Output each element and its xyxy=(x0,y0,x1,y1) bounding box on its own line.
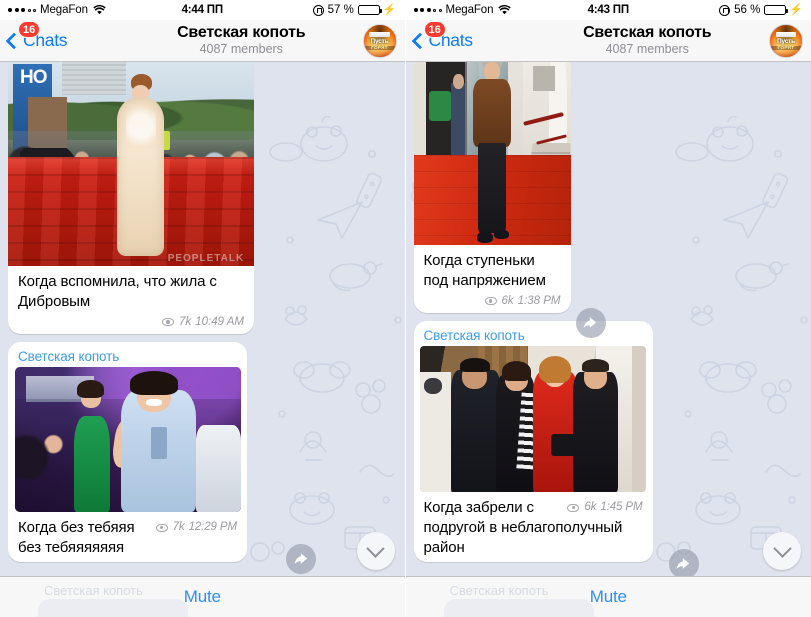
avatar-top-graphic xyxy=(369,31,390,38)
battery-percent-label: 57 % xyxy=(327,4,354,16)
channel-name-label[interactable]: Светская копоть xyxy=(414,321,653,346)
message-list-left: НО PEOPLETALK Когда вспомнила, что жила … xyxy=(0,62,405,576)
chevron-down-icon xyxy=(772,538,792,558)
avatar-text-secondary: ГОРЯТ xyxy=(363,45,396,51)
message-meta: 6k 1:38 PM xyxy=(414,295,571,313)
eye-icon xyxy=(567,503,580,512)
message-meta: 7k 12:29 PM xyxy=(155,520,238,535)
rotation-lock-icon xyxy=(312,4,324,16)
view-count: 6k xyxy=(584,501,597,514)
message-time: 1:38 PM xyxy=(517,295,561,308)
scroll-to-bottom-button[interactable] xyxy=(763,532,801,570)
battery-percent-label: 56 % xyxy=(734,4,761,16)
page-title: Светская копоть xyxy=(177,23,306,41)
view-count: 7k xyxy=(179,316,192,329)
lightning-bolt-icon: ⚡ xyxy=(789,3,803,16)
message-list-right: Когда ступеньки под напряжением 6k 1:38 … xyxy=(406,62,811,576)
battery-icon xyxy=(357,4,382,16)
bottom-action-bar-left[interactable]: Светская копоть Mute xyxy=(0,576,405,617)
message-caption: Когда ступеньки под напряжением xyxy=(423,252,546,290)
photo-party-crowd[interactable] xyxy=(15,367,241,513)
clock-label: 4:43 ПП xyxy=(587,4,630,16)
eye-icon xyxy=(155,523,168,532)
message-caption: 7k 12:29 PM Когда без тебяяя без тебяяяя… xyxy=(8,512,247,562)
rotation-lock-icon xyxy=(719,4,731,16)
message-meta: 7k 10:49 AM xyxy=(8,316,254,334)
wifi-icon xyxy=(93,5,106,15)
avatar-top-graphic xyxy=(775,31,797,38)
status-bar-left: MegaFon 4:44 ПП 57 % ⚡ xyxy=(0,0,405,20)
nav-bar-left: Chats 16 Светская копоть 4087 members Пу… xyxy=(0,20,405,62)
photo-watermark: PEOPLETALK xyxy=(167,253,245,265)
ghost-bubble xyxy=(443,599,594,617)
unread-badge: 16 xyxy=(423,21,446,38)
view-count: 6k xyxy=(501,295,514,308)
forward-button[interactable] xyxy=(286,544,316,574)
view-count: 7k xyxy=(172,521,185,534)
mute-button[interactable]: Mute xyxy=(590,587,627,607)
forward-arrow-icon xyxy=(583,316,597,328)
forward-arrow-icon xyxy=(676,557,690,569)
back-to-chats-button[interactable]: Chats 16 xyxy=(5,21,120,51)
message-time: 12:29 PM xyxy=(188,521,238,534)
carrier-label: MegaFon xyxy=(40,4,88,16)
chevron-down-icon xyxy=(366,538,385,558)
avatar-text-secondary: ГОРЯТ xyxy=(770,45,802,51)
status-bar-left-group: MegaFon xyxy=(413,4,554,16)
carrier-label: MegaFon xyxy=(445,4,494,16)
member-count: 4087 members xyxy=(199,42,283,57)
chat-scroll-area-right[interactable]: Когда ступеньки под напряжением 6k 1:38 … xyxy=(405,62,811,576)
status-bar-right-group: 56 % ⚡ xyxy=(663,4,803,16)
phone-screen-right: MegaFon 4:43 ПП 56 % ⚡ Chats 16 Светская… xyxy=(405,0,811,617)
bottom-action-bar-right[interactable]: Светская копоть Mute xyxy=(405,576,811,617)
channel-avatar[interactable]: Пусть ГОРЯТ xyxy=(362,23,397,58)
forward-arrow-icon xyxy=(294,552,307,564)
photo-red-carpet-woman[interactable]: НО PEOPLETALK xyxy=(8,62,254,267)
message-time: 1:45 PM xyxy=(600,501,643,514)
status-bar-left-group: MegaFon xyxy=(8,4,148,16)
message-bubble[interactable]: Светская копоть 6k 1:45 PM Когда забрели… xyxy=(413,321,653,562)
chat-title-block[interactable]: Светская копоть 4087 members xyxy=(526,23,770,57)
mute-button[interactable]: Mute xyxy=(184,587,221,607)
forward-button[interactable] xyxy=(668,549,699,576)
back-to-chats-button[interactable]: Chats 16 xyxy=(411,21,526,51)
photo-four-people[interactable] xyxy=(419,346,646,493)
ghost-bubble xyxy=(38,599,188,617)
message-meta: 6k 1:45 PM xyxy=(567,500,643,515)
page-title: Светская копоть xyxy=(583,23,712,41)
signal-strength-icon xyxy=(413,8,442,12)
dual-screenshot-comparison: MegaFon 4:44 ПП 57 % ⚡ Chats 16 Светская… xyxy=(0,0,811,617)
message-caption-text: Когда без тебяяя без тебяяяяяяя xyxy=(18,519,135,557)
message-time: 10:49 AM xyxy=(195,316,244,329)
scroll-to-bottom-button[interactable] xyxy=(356,532,395,570)
nav-bar-right: Chats 16 Светская копоть 4087 members Пу… xyxy=(405,20,811,62)
message-bubble[interactable]: Когда ступеньки под напряжением 6k 1:38 … xyxy=(413,62,571,314)
chat-title-block[interactable]: Светская копоть 4087 members xyxy=(120,23,363,57)
message-bubble[interactable]: Светская копоть 7k 12:29 PM Когда без те… xyxy=(8,342,247,562)
ghost-channel-label: Светская копоть xyxy=(449,583,549,598)
wifi-icon xyxy=(498,5,512,15)
clock-label: 4:44 ПП xyxy=(181,4,224,16)
eye-icon xyxy=(484,297,497,306)
channel-name-label[interactable]: Светская копоть xyxy=(8,342,247,367)
photo-man-red-carpet-steps[interactable] xyxy=(413,62,571,246)
phone-screen-left: MegaFon 4:44 ПП 57 % ⚡ Chats 16 Светская… xyxy=(0,0,405,617)
unread-badge: 16 xyxy=(18,21,41,38)
lightning-bolt-icon: ⚡ xyxy=(382,3,397,16)
status-bar-right-group: 57 % ⚡ xyxy=(257,4,397,16)
message-caption: 6k 1:45 PM Когда забрели с подругой в не… xyxy=(414,492,653,562)
status-bar-right: MegaFon 4:43 ПП 56 % ⚡ xyxy=(405,0,811,20)
forward-button[interactable] xyxy=(575,308,606,338)
eye-icon xyxy=(162,318,175,327)
ghost-channel-label: Светская копоть xyxy=(44,583,143,598)
chat-scroll-area-left[interactable]: НО PEOPLETALK Когда вспомнила, что жила … xyxy=(0,62,405,576)
message-bubble[interactable]: НО PEOPLETALK Когда вспомнила, что жила … xyxy=(8,62,254,335)
message-caption: Когда вспомнила, что жила с Дибровым xyxy=(18,273,217,311)
channel-avatar[interactable]: Пусть ГОРЯТ xyxy=(769,23,803,58)
member-count: 4087 members xyxy=(605,42,689,57)
signal-strength-icon xyxy=(8,8,36,12)
battery-icon xyxy=(764,4,789,16)
